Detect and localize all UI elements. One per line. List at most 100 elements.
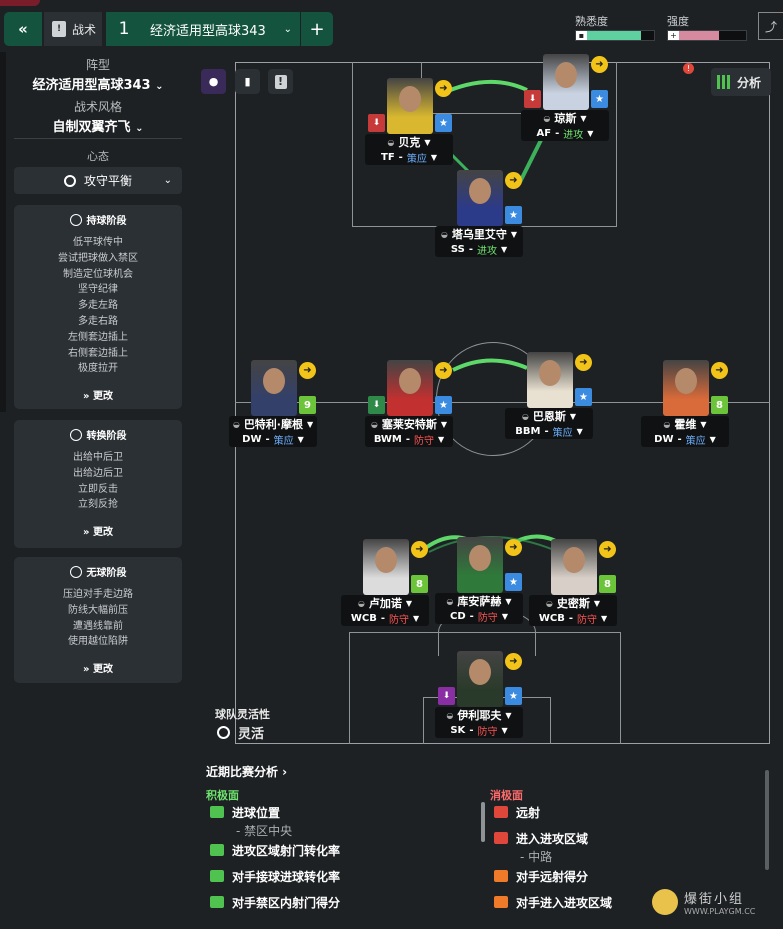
player-name-row[interactable]: ◒ 巴恩斯 ▼ xyxy=(505,408,593,424)
download-icon[interactable]: ⬇ xyxy=(368,396,385,414)
player-name-row[interactable]: ◒ 卢加诺 ▼ xyxy=(341,595,429,611)
chevron-down-icon: ▼ xyxy=(413,614,420,623)
player-role-row[interactable]: DW - 策应 ▼ xyxy=(229,432,317,447)
chevron-down-icon: ▼ xyxy=(593,598,601,608)
chevron-down-icon: ▼ xyxy=(424,137,431,147)
player-card-jones[interactable]: ➜ ⬇ ★ ◒ 琼斯 ▼ AF - 进攻 ▼ xyxy=(521,54,609,141)
player-name-row[interactable]: ◒ 霍维 ▼ xyxy=(641,416,729,432)
transition-header: 转换阶段 xyxy=(14,420,182,442)
familiarity-meter[interactable]: ▪ xyxy=(575,30,655,41)
chevron-down-icon: ⌄ xyxy=(135,123,144,134)
player-duty: 防守 xyxy=(414,436,435,447)
player-name-row[interactable]: ◒ 琼斯 ▼ xyxy=(521,110,609,126)
positive-item[interactable]: 进球位置 xyxy=(210,802,470,822)
person-icon: ◒ xyxy=(446,596,454,606)
player-name-row[interactable]: ◒ 塔乌里艾守 ▼ xyxy=(435,226,523,242)
download-icon[interactable]: ⬇ xyxy=(524,90,541,108)
in-possession-list: 低平球传中 尝试把球做入禁区 制造定位球机会 坚守纪律 多走左路 多走右路 左侧套边插上 右侧… xyxy=(14,235,182,377)
player-name-row[interactable]: ◒ 巴特利·摩根 ▼ xyxy=(229,416,317,432)
arrow-right-icon[interactable]: ➜ xyxy=(505,172,522,189)
scrollbar-thumb[interactable] xyxy=(765,770,769,870)
player-card-sm[interactable]: ➜ 8 ◒ 史密斯 ▼ WCB - 防守 ▼ xyxy=(529,539,617,626)
instruction-item: 多走右路 xyxy=(78,315,118,327)
player-name-row[interactable]: ◒ 贝克 ▼ xyxy=(365,134,453,150)
arrow-right-icon[interactable]: ➜ xyxy=(711,362,728,379)
add-tactic-button[interactable]: + xyxy=(301,12,333,46)
player-name-row[interactable]: ◒ 史密斯 ▼ xyxy=(529,595,617,611)
transition-edit-button[interactable]: » 更改 xyxy=(14,523,182,538)
player-name-row[interactable]: ◒ 塞莱安特斯 ▼ xyxy=(365,416,453,432)
player-card-hw[interactable]: ➜ 8 ◒ 霍维 ▼ DW - 策应 ▼ xyxy=(641,360,729,447)
recent-analysis-title[interactable]: 近期比赛分析 › xyxy=(206,763,287,780)
in-possession-edit-button[interactable]: » 更改 xyxy=(14,387,182,402)
positive-item[interactable]: 进攻区域射门转化率 xyxy=(210,840,470,860)
arrow-right-icon[interactable]: ➜ xyxy=(599,541,616,558)
formation-select[interactable]: 经济适用型高球343 ⌄ xyxy=(14,74,182,93)
chevron-down-icon: ▼ xyxy=(601,614,608,623)
player-card-barns[interactable]: ➜ ★ ◒ 巴恩斯 ▼ BBM - 策应 ▼ xyxy=(505,352,593,439)
player-photo xyxy=(251,360,297,416)
scrollbar-thumb[interactable] xyxy=(481,802,485,842)
player-role-row[interactable]: BWM - 防守 ▼ xyxy=(365,432,453,447)
arrow-right-icon[interactable]: ➜ xyxy=(435,362,452,379)
player-name-row[interactable]: ◒ 库安萨赫 ▼ xyxy=(435,593,523,609)
style-select[interactable]: 自制双翼齐飞 ⌄ xyxy=(14,116,182,135)
player-role-row[interactable]: TF - 策应 ▼ xyxy=(365,150,453,165)
player-role-row[interactable]: WCB - 防守 ▼ xyxy=(529,611,617,626)
positive-item[interactable]: 对手接球进球转化率 xyxy=(210,866,470,886)
negative-item[interactable]: 进入进攻区域 xyxy=(494,828,754,848)
player-dash: - xyxy=(265,434,270,445)
thumbs-down-icon xyxy=(494,896,508,908)
star-icon: ★ xyxy=(575,388,592,406)
thumbs-down-icon xyxy=(494,806,508,818)
player-card-lu[interactable]: ➜ 8 ◒ 卢加诺 ▼ WCB - 防守 ▼ xyxy=(341,539,429,626)
positive-item[interactable]: 对手禁区内射门得分 xyxy=(210,892,470,912)
window-button[interactable]: ⤴ xyxy=(758,12,783,40)
positive-label: 积极面 xyxy=(206,789,239,802)
player-card-bk[interactable]: ➜ ⬇ ★ ◒ 贝克 ▼ TF - 策应 ▼ xyxy=(365,78,453,165)
player-dash: - xyxy=(555,128,560,139)
player-role-row[interactable]: WCB - 防守 ▼ xyxy=(341,611,429,626)
player-card-ku[interactable]: ➜ ★ ◒ 库安萨赫 ▼ CD - 防守 ▼ xyxy=(435,537,523,624)
tactic-slot-select[interactable]: 经济适用型高球343 ⌄ xyxy=(142,12,300,46)
arrow-right-icon[interactable]: ➜ xyxy=(505,539,522,556)
player-duty: 策应 xyxy=(685,436,706,447)
transition-panel: 转换阶段 出给中后卫 出给边后卫 立即反击 立刻反抢 » 更改 xyxy=(14,420,182,548)
arrow-right-icon[interactable]: ➜ xyxy=(411,541,428,558)
arrow-right-icon[interactable]: ➜ xyxy=(575,354,592,371)
tactics-label: 战术 xyxy=(72,22,97,37)
chevron-down-icon: ▼ xyxy=(438,435,445,444)
player-position: CD xyxy=(450,611,466,622)
player-card-sai[interactable]: ➜ ⬇ ★ ◒ 塞莱安特斯 ▼ BWM - 防守 ▼ xyxy=(365,360,453,447)
download-icon[interactable]: ⬇ xyxy=(368,114,385,132)
player-card-bm[interactable]: ➜ 9 ◒ 巴特利·摩根 ▼ DW - 策应 ▼ xyxy=(229,360,317,447)
player-face xyxy=(399,368,421,394)
mentality-label: 心态 xyxy=(87,150,109,163)
instruction-item: 压迫对手走边路 xyxy=(63,589,133,600)
out-possession-edit-button[interactable]: » 更改 xyxy=(14,660,182,675)
negative-item[interactable]: 对手远射得分 xyxy=(494,866,754,886)
mentality-select[interactable]: 攻守平衡 ⌄ xyxy=(14,167,182,194)
arrow-right-icon[interactable]: ➜ xyxy=(505,653,522,670)
arrow-right-icon[interactable]: ➜ xyxy=(591,56,608,73)
double-chevron-right-icon: » xyxy=(83,664,90,676)
arrow-right-icon[interactable]: ➜ xyxy=(299,362,316,379)
player-role-row[interactable]: CD - 防守 ▼ xyxy=(435,609,523,624)
tactics-menu[interactable]: ! 战术 xyxy=(44,12,102,46)
download-icon[interactable]: ⬇ xyxy=(438,687,455,705)
player-role-row[interactable]: DW - 策应 ▼ xyxy=(641,432,729,447)
arrow-right-icon[interactable]: ➜ xyxy=(435,80,452,97)
back-button[interactable]: « xyxy=(4,12,42,46)
player-card-il[interactable]: ➜ ⬇ ★ ◒ 伊利耶夫 ▼ SK - 防守 ▼ xyxy=(435,651,523,738)
player-role-row[interactable]: AF - 进攻 ▼ xyxy=(521,126,609,141)
player-role-row[interactable]: BBM - 策应 ▼ xyxy=(505,424,593,439)
out-possession-header: 无球阶段 xyxy=(14,557,182,579)
player-role-row[interactable]: SS - 进攻 ▼ xyxy=(435,242,523,257)
player-card-taw[interactable]: ➜ ★ ◒ 塔乌里艾守 ▼ SS - 进攻 ▼ xyxy=(435,170,523,257)
negative-item[interactable]: 远射 xyxy=(494,802,754,822)
tactic-slot-number[interactable]: 1 xyxy=(106,12,142,46)
player-name-row[interactable]: ◒ 伊利耶夫 ▼ xyxy=(435,707,523,723)
player-dash: - xyxy=(544,426,549,437)
player-role-row[interactable]: SK - 防守 ▼ xyxy=(435,723,523,738)
intensity-meter[interactable]: + xyxy=(667,30,747,41)
